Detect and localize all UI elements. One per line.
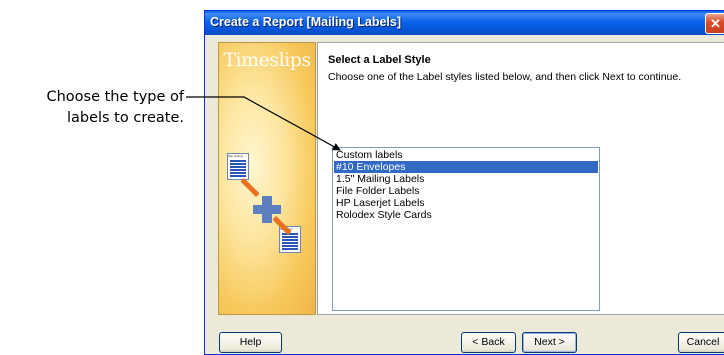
content-panel: Select a Label Style Choose one of the L…	[317, 42, 724, 315]
callout-line-2: labels to create.	[66, 110, 184, 126]
list-item[interactable]: 1.5" Mailing Labels	[334, 173, 598, 185]
cancel-button[interactable]: Cancel	[678, 332, 724, 353]
instruction-text: Choose one of the Label styles listed be…	[328, 71, 682, 83]
slip-listing-report-icon: Slip Listing	[227, 153, 249, 180]
callout-line-1: Choose the type of	[46, 89, 184, 105]
list-item[interactable]: Rolodex Style Cards	[334, 209, 598, 221]
timeslips-logo: Timeslips	[223, 49, 311, 71]
dialog-body: Timeslips Slip Listing Summary Select a …	[208, 35, 724, 353]
list-item[interactable]: Custom labels	[334, 149, 598, 161]
wizard-artwork: Timeslips Slip Listing Summary	[218, 42, 316, 315]
list-item[interactable]: HP Laserjet Labels	[334, 197, 598, 209]
pencil-icon	[240, 177, 260, 198]
close-icon[interactable]: ✕	[705, 13, 724, 34]
list-item-selected[interactable]: #10 Envelopes	[334, 161, 598, 173]
create-report-dialog: Create a Report [Mailing Labels] ✕ Times…	[204, 10, 724, 355]
plus-icon-vertical	[262, 196, 272, 223]
callout-annotation: Choose the type of labels to create.	[0, 87, 184, 129]
window-title: Create a Report [Mailing Labels]	[210, 15, 402, 29]
title-bar[interactable]: Create a Report [Mailing Labels] ✕	[205, 11, 724, 35]
help-button[interactable]: Help	[219, 332, 282, 353]
page-heading: Select a Label Style	[328, 54, 431, 66]
next-button[interactable]: Next >	[522, 332, 577, 353]
back-button[interactable]: < Back	[461, 332, 516, 353]
doc-caption: Slip Listing	[228, 154, 248, 159]
label-style-listbox[interactable]: Custom labels #10 Envelopes 1.5" Mailing…	[332, 147, 600, 311]
list-item[interactable]: File Folder Labels	[334, 185, 598, 197]
